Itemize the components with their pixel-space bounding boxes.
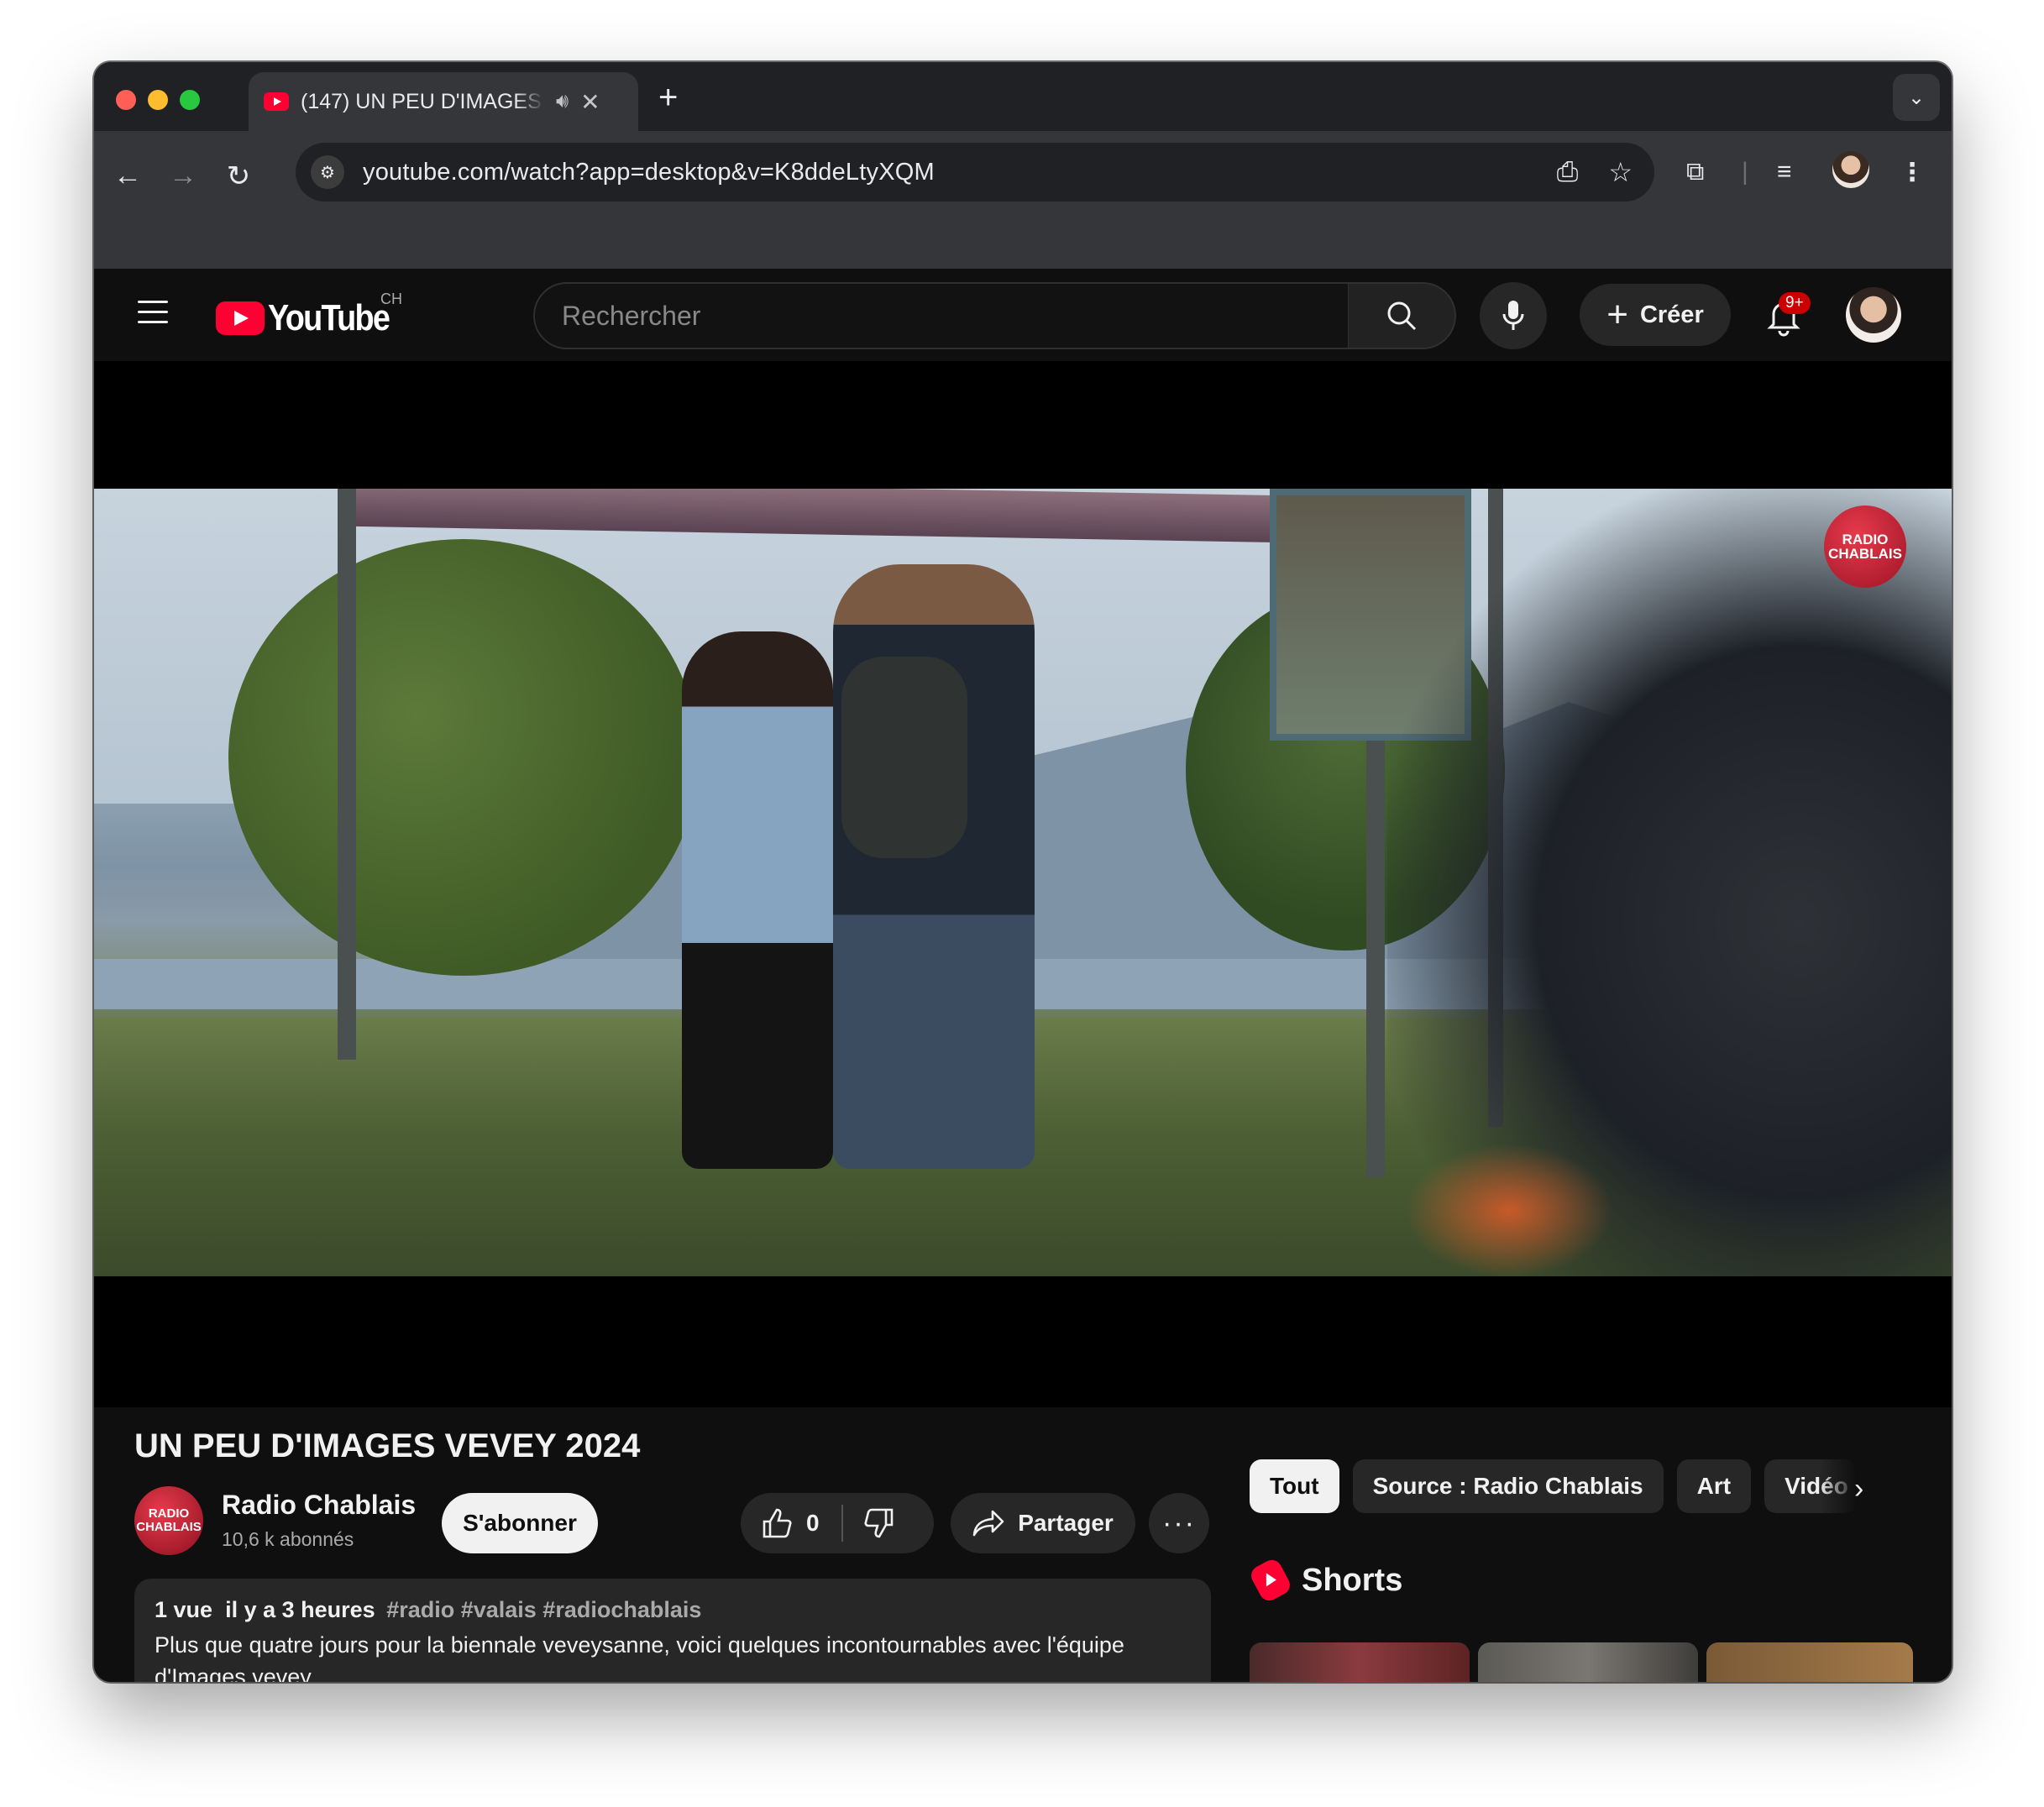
youtube-favicon-icon <box>264 92 289 111</box>
browser-window: (147) UN PEU D'IMAGES VEVEY 2024 - YouTu… <box>94 62 1952 1682</box>
browser-profile-avatar[interactable] <box>1832 151 1869 188</box>
media-control-icon[interactable]: ≡ <box>1777 158 1792 186</box>
browser-toolbar: ← → ↻ ⚙︎ youtube.com/watch?app=desktop&v… <box>94 131 1952 269</box>
share-label: Partager <box>1018 1510 1114 1536</box>
minimize-window-button[interactable] <box>148 90 168 110</box>
bookmark-star-icon[interactable]: ☆ <box>1608 156 1633 188</box>
subscriber-count: 10,6 k abonnés <box>222 1528 354 1550</box>
search-input[interactable]: Rechercher <box>533 282 1350 349</box>
more-actions-button[interactable]: ··· <box>1149 1493 1209 1553</box>
close-tab-icon[interactable]: ✕ <box>580 88 600 116</box>
address-url[interactable]: youtube.com/watch?app=desktop&v=K8ddeLty… <box>363 159 935 186</box>
tab-strip: (147) UN PEU D'IMAGES VEVEY 2024 - YouTu… <box>94 62 1952 131</box>
reload-button[interactable]: ↻ <box>220 160 257 193</box>
subscribe-button[interactable]: S'abonner <box>442 1493 598 1553</box>
forward-button[interactable]: → <box>165 160 202 192</box>
address-bar[interactable]: ⚙︎ youtube.com/watch?app=desktop&v=K8dde… <box>296 143 1654 202</box>
view-count: 1 vue <box>155 1597 213 1622</box>
short-thumbnail[interactable] <box>1706 1642 1913 1682</box>
site-settings-icon[interactable]: ⚙︎ <box>311 155 344 189</box>
account-avatar[interactable] <box>1846 287 1901 343</box>
browser-menu-icon[interactable]: ⋮ <box>1900 158 1925 187</box>
browser-tab-active[interactable]: (147) UN PEU D'IMAGES VEVEY 2024 - YouTu… <box>249 72 638 131</box>
channel-name[interactable]: Radio Chablais <box>222 1490 416 1521</box>
short-thumbnail[interactable] <box>1250 1642 1470 1682</box>
watch-metadata: UN PEU D'IMAGES VEVEY 2024 RADIO CHABLAIS… <box>94 1407 1952 1682</box>
youtube-masthead: YouTube CH Rechercher + Créer 9+ <box>94 269 1952 361</box>
description-box[interactable]: 1 vue il y a 3 heures #radio #valais #ra… <box>134 1579 1211 1682</box>
youtube-logo[interactable]: YouTube CH <box>216 291 409 339</box>
channel-avatar[interactable]: RADIO CHABLAIS <box>134 1486 203 1555</box>
zoom-window-button[interactable] <box>180 90 200 110</box>
extensions-icon[interactable]: ⧉ <box>1686 158 1704 186</box>
create-label: Créer <box>1639 301 1704 328</box>
shorts-logo-icon <box>1247 1556 1294 1605</box>
upload-age: il y a 3 heures <box>225 1597 375 1622</box>
close-window-button[interactable] <box>116 90 136 110</box>
new-tab-button[interactable]: + <box>658 79 678 117</box>
chevron-right-icon[interactable]: › <box>1854 1473 1863 1506</box>
video-title: UN PEU D'IMAGES VEVEY 2024 <box>134 1427 641 1464</box>
chip-art[interactable]: Art <box>1676 1459 1752 1513</box>
like-divider <box>841 1505 843 1542</box>
hashtags[interactable]: #radio #valais #radiochablais <box>386 1597 701 1622</box>
microphone-icon <box>1502 301 1524 330</box>
create-button[interactable]: + Créer <box>1580 284 1731 346</box>
youtube-play-icon <box>216 301 265 335</box>
thumbs-up-icon[interactable] <box>761 1506 794 1540</box>
tab-search-button[interactable]: ⌄ <box>1893 74 1940 121</box>
thumbs-down-icon[interactable] <box>862 1506 895 1540</box>
install-app-icon[interactable]: ⎙ <box>1557 156 1579 188</box>
like-dislike-bar: 0 <box>741 1493 934 1553</box>
share-icon <box>972 1510 1004 1537</box>
video-frame: RADIO CHABLAIS <box>94 489 1952 1276</box>
tab-title: (147) UN PEU D'IMAGES VEVEY 2024 - YouTu… <box>301 89 544 113</box>
description-meta: 1 vue il y a 3 heures #radio #valais #ra… <box>155 1597 1191 1623</box>
search-button[interactable] <box>1349 282 1456 349</box>
notification-count-badge: 9+ <box>1779 292 1811 314</box>
guide-menu-icon[interactable] <box>138 301 168 326</box>
shorts-shelf-header: Shorts <box>1247 1556 1403 1605</box>
radio-chablais-watermark: RADIO CHABLAIS <box>1824 505 1906 588</box>
related-filter-chips: Tout Source : Radio Chablais Art Vidéo <box>1250 1459 1858 1513</box>
chip-source-radio-chablais[interactable]: Source : Radio Chablais <box>1352 1459 1664 1513</box>
plus-icon: + <box>1606 294 1628 335</box>
like-count: 0 <box>806 1510 820 1536</box>
youtube-wordmark: YouTube <box>268 297 390 338</box>
chip-video[interactable]: Vidéo <box>1764 1459 1858 1513</box>
search-icon <box>1387 301 1417 331</box>
description-text: Plus que quatre jours pour la biennale v… <box>155 1632 1124 1682</box>
voice-search-button[interactable] <box>1480 282 1547 349</box>
country-code: CH <box>380 291 402 307</box>
speaker-icon[interactable]: 🔊︎ <box>556 90 569 113</box>
chip-tout[interactable]: Tout <box>1250 1459 1339 1513</box>
back-button[interactable]: ← <box>109 160 146 192</box>
short-thumbnail[interactable] <box>1478 1642 1698 1682</box>
shorts-title: Shorts <box>1302 1562 1403 1598</box>
toolbar-divider: | <box>1742 158 1748 186</box>
share-button[interactable]: Partager <box>951 1493 1135 1553</box>
video-player[interactable]: RADIO CHABLAIS <box>94 361 1952 1407</box>
